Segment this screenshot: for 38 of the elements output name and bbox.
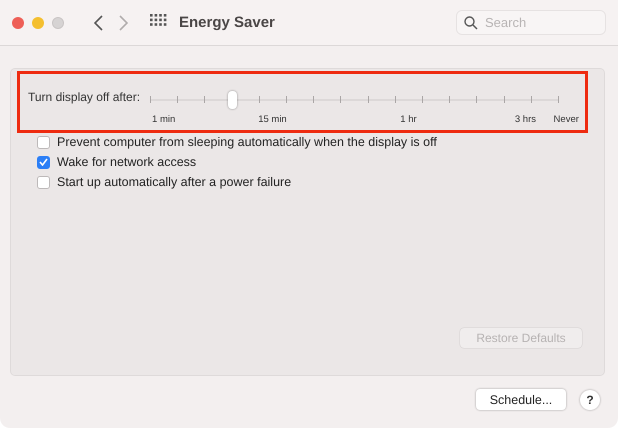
minimize-button[interactable] [32,16,44,28]
window-title: Energy Saver [179,14,275,31]
tick-mark [340,96,342,103]
checkbox[interactable] [37,156,50,168]
checkbox-label: Prevent computer from sleeping automatically when the display is off [57,135,437,149]
tick-mark [530,96,532,103]
search-field[interactable]: Search [456,10,606,35]
tick-mark [476,96,478,103]
checkbox[interactable] [37,136,50,148]
tick-label: 15 min [258,114,287,125]
tick-mark [258,96,260,103]
checkbox[interactable] [37,176,50,188]
slider-thumb[interactable] [228,91,237,109]
tick-mark [204,96,206,103]
tick-mark [504,96,505,103]
tick-mark [177,96,178,103]
tick-label: 1 hr [400,114,417,125]
checkbox-label: Wake for network access [57,155,196,169]
tick-mark [313,96,314,103]
forward-icon[interactable] [119,14,128,30]
grid-icon[interactable] [150,14,167,26]
tick-mark [150,96,152,103]
zoom-button[interactable] [52,16,64,28]
checkbox-label: Start up automatically after a power failure [57,175,292,189]
tick-mark [449,96,450,103]
tick-mark [558,96,560,103]
help-button[interactable]: ? [580,390,600,410]
tick-label: Never [554,114,579,125]
back-icon[interactable] [94,14,103,30]
close-button[interactable] [12,16,24,28]
tick-mark [286,96,288,103]
tick-label: 1 min [152,114,176,125]
schedule-button[interactable]: Schedule... [476,389,566,410]
tick-mark [394,96,396,103]
tick-mark [368,96,369,103]
tick-label: 3 hrs [514,114,536,125]
tick-mark [422,96,424,103]
slider-label: Turn display off after: [28,90,140,106]
